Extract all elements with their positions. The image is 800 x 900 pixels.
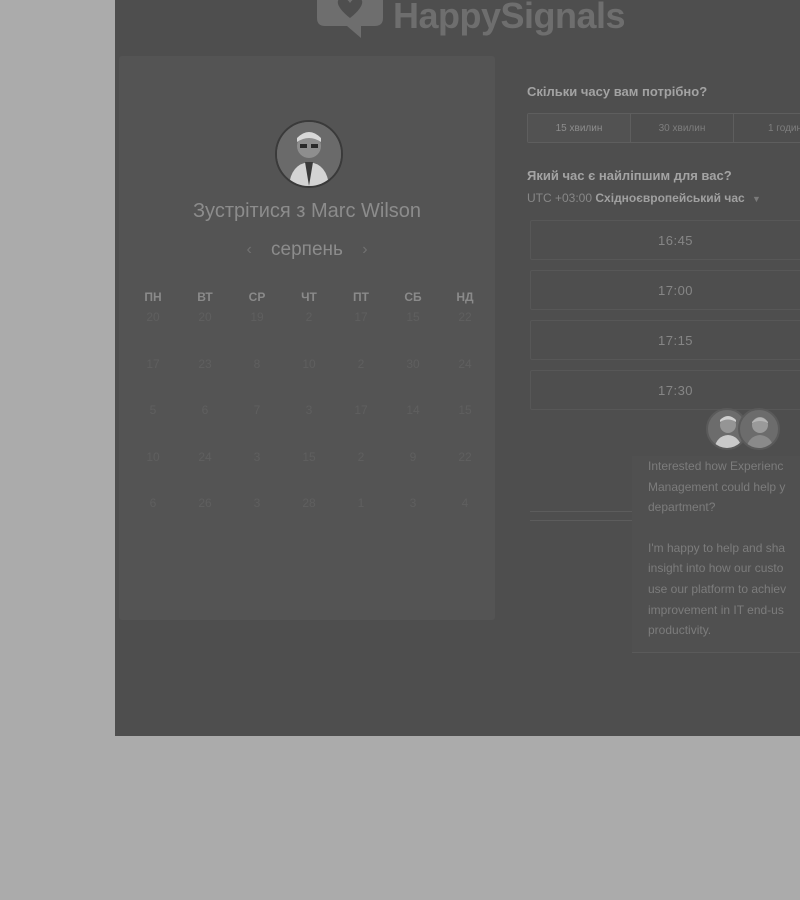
- calendar-day[interactable]: 8: [231, 357, 283, 404]
- calendar-day[interactable]: 19: [231, 310, 283, 357]
- chat-text-line: I'm happy to help and sha: [648, 540, 786, 555]
- calendar-day[interactable]: 6: [179, 403, 231, 450]
- chevron-right-icon[interactable]: ›: [348, 241, 381, 259]
- chat-text-line: department?: [648, 500, 716, 515]
- chat-message: Interested how Experienc Management coul…: [632, 456, 800, 653]
- timezone-offset: UTC +03:00: [527, 191, 593, 205]
- person-photo-icon: [746, 417, 774, 448]
- calendar-day[interactable]: 14: [387, 403, 439, 450]
- calendar-day[interactable]: 3: [283, 403, 335, 450]
- time-slot-list: 16:45 17:00 17:15 17:30: [530, 220, 800, 420]
- calendar-day[interactable]: 3: [231, 496, 283, 543]
- meeting-title: Зустрітися з Marc Wilson: [192, 200, 422, 222]
- calendar-day[interactable]: 5: [127, 403, 179, 450]
- month-label: серпень: [271, 239, 343, 260]
- time-slot[interactable]: 16:45: [530, 220, 800, 260]
- calendar-day[interactable]: 26: [179, 496, 231, 543]
- chat-text-line: use our platform to achiev: [648, 581, 787, 596]
- day-grid: 20 20 19 2 17 15 22 17 23 8 10 2 30 24 5 6 7 3 17 14 15 10 24 3…: [127, 310, 491, 543]
- chat-agent-avatars: [706, 408, 780, 452]
- calendar-day[interactable]: 15: [439, 403, 491, 450]
- time-slot[interactable]: 17:00: [530, 270, 800, 310]
- chat-text-line: Interested how Experienc: [648, 459, 784, 473]
- calendar-day[interactable]: 10: [127, 450, 179, 497]
- calendar-day[interactable]: 28: [283, 496, 335, 543]
- chevron-left-icon[interactable]: ‹: [232, 241, 265, 259]
- calendar-day[interactable]: 24: [439, 357, 491, 404]
- weekday-label: ПТ: [353, 290, 369, 304]
- calendar-day[interactable]: 7: [231, 403, 283, 450]
- duration-option-30[interactable]: 30 хвилин: [631, 114, 734, 142]
- booking-page: HappySignals Зустрітися з Marc Wilson ‹ …: [115, 0, 800, 736]
- weekday-label: СР: [248, 290, 266, 304]
- chat-text-line: productivity.: [648, 623, 712, 638]
- host-avatar: [275, 120, 343, 188]
- timezone-name: Східноєвропейський час: [595, 191, 745, 205]
- calendar-day[interactable]: 2: [335, 450, 387, 497]
- calendar-day[interactable]: 3: [387, 496, 439, 543]
- calendar-day[interactable]: 30: [387, 357, 439, 404]
- caret-down-icon: ▼: [752, 194, 761, 204]
- agent-avatar: [738, 408, 780, 450]
- chat-text-line: Management could help y: [648, 479, 786, 494]
- calendar-day[interactable]: 15: [387, 310, 439, 357]
- chat-text-line: insight into how our custo: [648, 561, 784, 576]
- calendar-day[interactable]: 6: [127, 496, 179, 543]
- calendar-day[interactable]: 2: [283, 310, 335, 357]
- calendar-day[interactable]: 4: [439, 496, 491, 543]
- timezone-selector[interactable]: UTC +03:00 Східноєвропейський час ▼: [527, 191, 761, 205]
- time-slot[interactable]: 17:30: [530, 370, 800, 410]
- weekday-label: ВТ: [197, 290, 213, 304]
- calendar-day[interactable]: 3: [231, 450, 283, 497]
- person-photo-icon: [277, 122, 341, 186]
- calendar-day[interactable]: 22: [439, 450, 491, 497]
- calendar-day[interactable]: 20: [127, 310, 179, 357]
- duration-question: Скільки часу вам потрібно?: [527, 84, 708, 99]
- duration-selector: 15 хвилин 30 хвилин 1 годин: [527, 113, 800, 143]
- brand-name: HappySignals: [393, 0, 626, 36]
- weekday-label: НД: [456, 290, 474, 304]
- time-question: Який час є найліпшим для вас?: [527, 168, 732, 183]
- calendar-day[interactable]: 24: [179, 450, 231, 497]
- time-slot[interactable]: 17:15: [530, 320, 800, 360]
- calendar-day[interactable]: 1: [335, 496, 387, 543]
- calendar-day[interactable]: 10: [283, 357, 335, 404]
- calendar-day[interactable]: 23: [179, 357, 231, 404]
- calendar-day[interactable]: 22: [439, 310, 491, 357]
- weekday-label: ЧТ: [301, 290, 317, 304]
- duration-option-15[interactable]: 15 хвилин: [528, 114, 631, 142]
- calendar-day[interactable]: 17: [335, 403, 387, 450]
- calendar-day[interactable]: 2: [335, 357, 387, 404]
- chat-text-line: improvement in IT end-us: [648, 602, 784, 617]
- calendar-day[interactable]: 15: [283, 450, 335, 497]
- calendar-card: Зустрітися з Marc Wilson ‹ серпень › ПН …: [119, 56, 495, 620]
- speech-bubble-heart-icon: [317, 0, 383, 38]
- month-navigator: ‹ серпень ›: [119, 239, 495, 261]
- brand-logo: HappySignals: [315, 0, 626, 46]
- duration-option-60[interactable]: 1 годин: [734, 114, 800, 142]
- calendar-day[interactable]: 17: [335, 310, 387, 357]
- weekday-label: СБ: [404, 290, 422, 304]
- chat-widget[interactable]: Interested how Experienc Management coul…: [632, 408, 800, 656]
- calendar-day[interactable]: 17: [127, 357, 179, 404]
- calendar-day[interactable]: 9: [387, 450, 439, 497]
- weekday-header: ПН ВТ СР ЧТ ПТ СБ НД: [127, 290, 491, 304]
- calendar-day[interactable]: 20: [179, 310, 231, 357]
- weekday-label: ПН: [144, 290, 162, 304]
